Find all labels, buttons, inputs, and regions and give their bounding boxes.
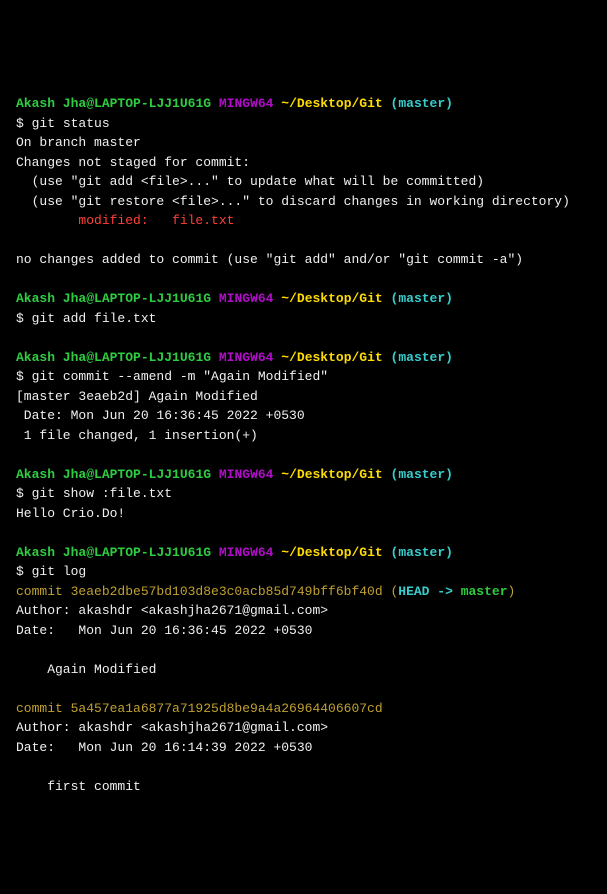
prompt-user: Akash Jha bbox=[16, 467, 86, 482]
commit-date: Date: Mon Jun 20 16:36:45 2022 +0530 bbox=[16, 408, 305, 423]
prompt-sigil: $ bbox=[16, 369, 32, 384]
log-date: Date: Mon Jun 20 16:36:45 2022 +0530 bbox=[16, 623, 312, 638]
prompt-host: LAPTOP-LJJ1U61G bbox=[94, 96, 211, 111]
prompt-shell: MINGW64 bbox=[219, 545, 274, 560]
prompt-host: LAPTOP-LJJ1U61G bbox=[94, 545, 211, 560]
prompt-shell: MINGW64 bbox=[219, 96, 274, 111]
prompt-user: Akash Jha bbox=[16, 350, 86, 365]
log-head-close: ) bbox=[508, 584, 516, 599]
branch-close: ) bbox=[445, 545, 453, 560]
status-hint-add: (use "git add <file>..." to update what … bbox=[16, 174, 484, 189]
log-commit-hash: 3eaeb2dbe57bd103d8e3c0acb85d749bff6bf40d bbox=[71, 584, 383, 599]
log-head-branch: master bbox=[461, 584, 508, 599]
prompt-sigil: $ bbox=[16, 486, 32, 501]
status-unstaged-header: Changes not staged for commit: bbox=[16, 155, 250, 170]
log-commit-prefix: commit bbox=[16, 584, 71, 599]
log-message: first commit bbox=[16, 779, 141, 794]
status-no-changes: no changes added to commit (use "git add… bbox=[16, 252, 523, 267]
branch-close: ) bbox=[445, 96, 453, 111]
prompt-sigil: $ bbox=[16, 564, 32, 579]
prompt-sigil: $ bbox=[16, 311, 32, 326]
cmd-git-commit-amend: git commit --amend -m "Again Modified" bbox=[32, 369, 328, 384]
prompt-branch: master bbox=[398, 467, 445, 482]
prompt-shell: MINGW64 bbox=[219, 350, 274, 365]
prompt-path: ~/Desktop/Git bbox=[281, 96, 382, 111]
log-date: Date: Mon Jun 20 16:14:39 2022 +0530 bbox=[16, 740, 312, 755]
prompt-user: Akash Jha bbox=[16, 291, 86, 306]
log-head-label: HEAD -> bbox=[398, 584, 460, 599]
prompt-at: @ bbox=[86, 467, 94, 482]
log-commit-line: commit 5a457ea1a6877a71925d8be9a4a269644… bbox=[16, 701, 383, 716]
prompt-branch: master bbox=[398, 291, 445, 306]
commit-stats: 1 file changed, 1 insertion(+) bbox=[16, 428, 258, 443]
commit-summary: [master 3eaeb2d] Again Modified bbox=[16, 389, 258, 404]
prompt-path: ~/Desktop/Git bbox=[281, 545, 382, 560]
branch-close: ) bbox=[445, 467, 453, 482]
prompt-shell: MINGW64 bbox=[219, 291, 274, 306]
cmd-git-show: git show :file.txt bbox=[32, 486, 172, 501]
branch-close: ) bbox=[445, 291, 453, 306]
prompt-shell: MINGW64 bbox=[219, 467, 274, 482]
prompt-branch: master bbox=[398, 350, 445, 365]
branch-close: ) bbox=[445, 350, 453, 365]
cmd-git-log: git log bbox=[32, 564, 87, 579]
prompt-host: LAPTOP-LJJ1U61G bbox=[94, 350, 211, 365]
prompt-path: ~/Desktop/Git bbox=[281, 350, 382, 365]
status-branch: On branch master bbox=[16, 135, 141, 150]
log-head-open: ( bbox=[383, 584, 399, 599]
file-content: Hello Crio.Do! bbox=[16, 506, 125, 521]
prompt-branch: master bbox=[398, 96, 445, 111]
prompt-user: Akash Jha bbox=[16, 96, 86, 111]
prompt-sigil: $ bbox=[16, 116, 32, 131]
status-hint-restore: (use "git restore <file>..." to discard … bbox=[16, 194, 570, 209]
log-message: Again Modified bbox=[16, 662, 156, 677]
prompt-at: @ bbox=[86, 96, 94, 111]
terminal-output: Akash Jha@LAPTOP-LJJ1U61G MINGW64 ~/Desk… bbox=[16, 94, 591, 796]
log-author: Author: akashdr <akashjha2671@gmail.com> bbox=[16, 603, 328, 618]
prompt-host: LAPTOP-LJJ1U61G bbox=[94, 291, 211, 306]
status-modified-file: modified: file.txt bbox=[16, 213, 234, 228]
prompt-branch: master bbox=[398, 545, 445, 560]
prompt-host: LAPTOP-LJJ1U61G bbox=[94, 467, 211, 482]
cmd-git-add: git add file.txt bbox=[32, 311, 157, 326]
prompt-at: @ bbox=[86, 350, 94, 365]
prompt-at: @ bbox=[86, 291, 94, 306]
prompt-path: ~/Desktop/Git bbox=[281, 291, 382, 306]
log-author: Author: akashdr <akashjha2671@gmail.com> bbox=[16, 720, 328, 735]
cmd-git-status: git status bbox=[32, 116, 110, 131]
prompt-user: Akash Jha bbox=[16, 545, 86, 560]
prompt-at: @ bbox=[86, 545, 94, 560]
prompt-path: ~/Desktop/Git bbox=[281, 467, 382, 482]
